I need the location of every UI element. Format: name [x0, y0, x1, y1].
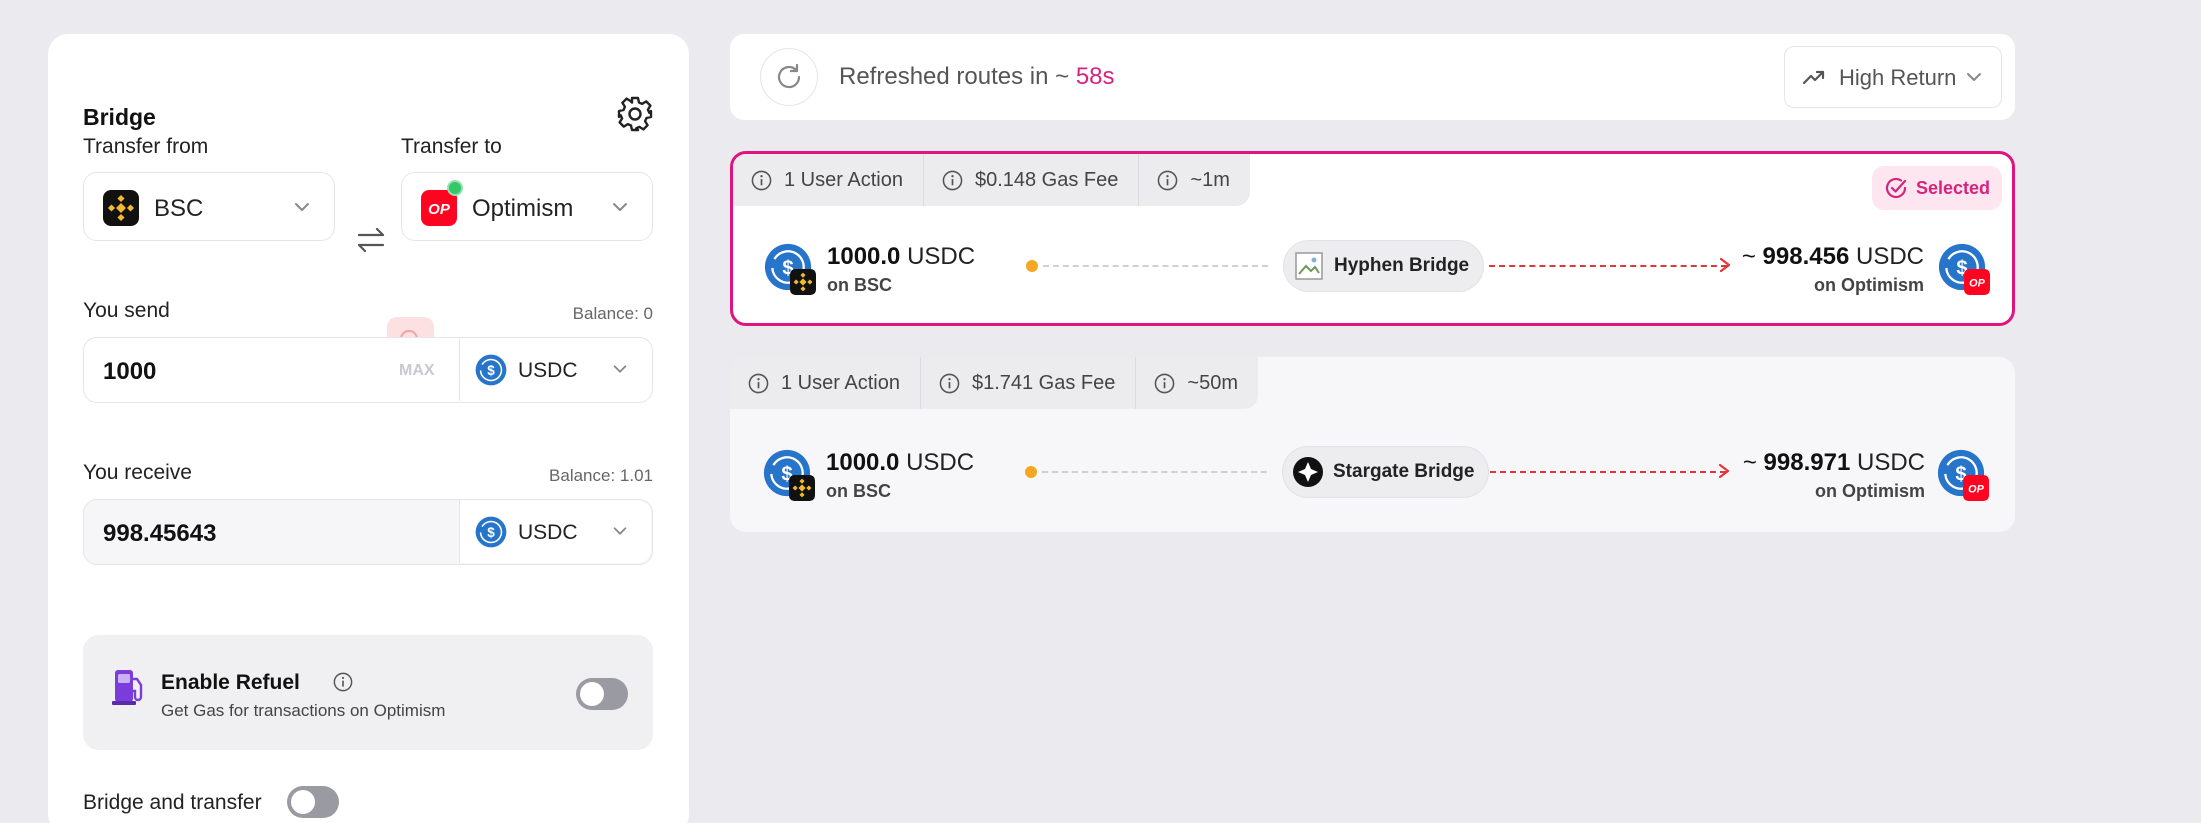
trending-up-icon	[1802, 70, 1825, 85]
chevron-down-icon	[611, 522, 629, 540]
from-chain-name: BSC	[154, 195, 204, 222]
receive-network: on Optimism	[1813, 275, 1924, 295]
selected-badge: Selected	[1871, 166, 2002, 210]
receive-amount-value: 998.45643	[103, 520, 217, 547]
bridge-and-transfer-toggle[interactable]	[287, 786, 339, 818]
stargate-logo-icon	[1293, 457, 1323, 487]
receive-amount-field: 998.45643 USDC	[83, 499, 653, 565]
send-amount: 1000.0 USDC	[826, 449, 975, 476]
chevron-down-icon	[1964, 67, 1984, 87]
arrow-right-icon	[1718, 464, 1730, 478]
optimism-badge-icon	[1964, 269, 1990, 295]
refresh-button[interactable]	[760, 48, 818, 106]
info-icon	[1157, 170, 1178, 191]
tag-duration: ~1m	[1139, 154, 1249, 206]
max-button[interactable]: MAX	[399, 362, 435, 380]
bridge-and-transfer-label: Bridge and transfer	[83, 791, 262, 814]
send-token-select[interactable]: USDC	[459, 338, 651, 401]
send-balance: Balance: 0	[572, 304, 653, 323]
route-card[interactable]: 1 User Action $1.741 Gas Fee ~50m 1000.0…	[730, 357, 2015, 532]
route-start-dot	[1026, 260, 1038, 272]
swap-chains-icon[interactable]	[351, 220, 391, 260]
info-icon	[939, 373, 960, 394]
from-chain-select[interactable]: BSC	[83, 172, 335, 241]
refresh-countdown: 58s	[1075, 63, 1115, 90]
sort-label: High Return	[1839, 65, 1957, 90]
chevron-down-icon	[611, 360, 629, 378]
route-line	[1042, 471, 1267, 473]
check-circle-icon	[1885, 177, 1907, 199]
refresh-icon	[777, 63, 801, 89]
routes-topbar: Refreshed routes in ~ 58s High Return	[730, 34, 2015, 120]
receive-amount: ~ 998.456 USDC	[1741, 243, 1924, 270]
route-tags: 1 User Action $0.148 Gas Fee ~1m	[733, 154, 1250, 206]
bridge-badge: Hyphen Bridge	[1283, 240, 1485, 292]
chevron-down-icon	[610, 197, 630, 217]
refresh-prefix: Refreshed routes in ~	[839, 63, 1070, 90]
transfer-to-label: Transfer to	[401, 135, 502, 158]
info-icon[interactable]	[333, 672, 353, 692]
info-icon	[748, 373, 769, 394]
send-network: on BSC	[826, 481, 891, 501]
route-card[interactable]: 1 User Action $0.148 Gas Fee ~1m Selecte…	[730, 151, 2015, 326]
usdc-icon	[475, 354, 507, 386]
tag-gas-fee: $1.741 Gas Fee	[921, 357, 1137, 409]
receive-token-name: USDC	[518, 521, 578, 544]
settings-gear-icon[interactable]	[615, 94, 655, 134]
receive-amount: ~ 998.971 USDC	[1742, 449, 1925, 476]
refresh-status: Refreshed routes in ~ 58s	[839, 63, 1115, 91]
tag-duration: ~50m	[1136, 357, 1258, 409]
bridge-badge: Stargate Bridge	[1282, 446, 1490, 498]
tag-user-actions: 1 User Action	[733, 154, 924, 206]
source-token-icon	[764, 243, 816, 295]
refuel-title: Enable Refuel	[161, 671, 300, 694]
receive-balance: Balance: 1.01	[549, 466, 653, 485]
to-chain-select[interactable]: Optimism	[401, 172, 653, 241]
receive-network: on Optimism	[1814, 481, 1925, 501]
usdc-icon	[475, 516, 507, 548]
sort-select[interactable]: High Return	[1784, 46, 2002, 108]
you-receive-label: You receive	[83, 461, 192, 484]
tag-gas-fee: $0.148 Gas Fee	[924, 154, 1140, 206]
fuel-pump-icon	[112, 670, 143, 705]
send-amount-field[interactable]: 1000 MAX USDC	[83, 337, 653, 403]
source-token-icon	[763, 449, 815, 501]
to-chain-name: Optimism	[472, 195, 574, 222]
info-icon	[942, 170, 963, 191]
send-token-name: USDC	[518, 359, 578, 382]
status-dot-icon	[447, 180, 463, 196]
bsc-logo-icon	[103, 190, 139, 226]
send-amount-value[interactable]: 1000	[103, 358, 156, 386]
send-network: on BSC	[827, 275, 892, 295]
arrow-right-icon	[1719, 258, 1731, 272]
route-start-dot	[1025, 466, 1037, 478]
tag-user-actions: 1 User Action	[730, 357, 921, 409]
you-send-label: You send	[83, 299, 170, 322]
route-line	[1043, 265, 1268, 267]
chevron-down-icon	[292, 197, 312, 217]
broken-image-icon	[1295, 252, 1323, 280]
panel-title: Bridge	[83, 104, 156, 130]
bsc-badge-icon	[789, 475, 815, 501]
receive-token-select[interactable]: USDC	[459, 500, 651, 563]
route-arrow-line	[1489, 265, 1727, 267]
destination-token-icon	[1937, 449, 1989, 501]
transfer-from-label: Transfer from	[83, 135, 209, 158]
refuel-subtitle: Get Gas for transactions on Optimism	[161, 701, 446, 720]
route-tags: 1 User Action $1.741 Gas Fee ~50m	[730, 357, 1258, 409]
refuel-card: Enable Refuel Get Gas for transactions o…	[83, 635, 653, 750]
route-arrow-line	[1490, 471, 1726, 473]
destination-token-icon	[1938, 243, 1990, 295]
info-icon	[1154, 373, 1175, 394]
bridge-panel: Bridge Transfer from Transfer to BSC Opt…	[48, 34, 689, 823]
optimism-badge-icon	[1963, 475, 1989, 501]
bsc-badge-icon	[790, 269, 816, 295]
refuel-toggle[interactable]	[576, 678, 628, 710]
info-icon	[751, 170, 772, 191]
send-amount: 1000.0 USDC	[827, 243, 976, 270]
